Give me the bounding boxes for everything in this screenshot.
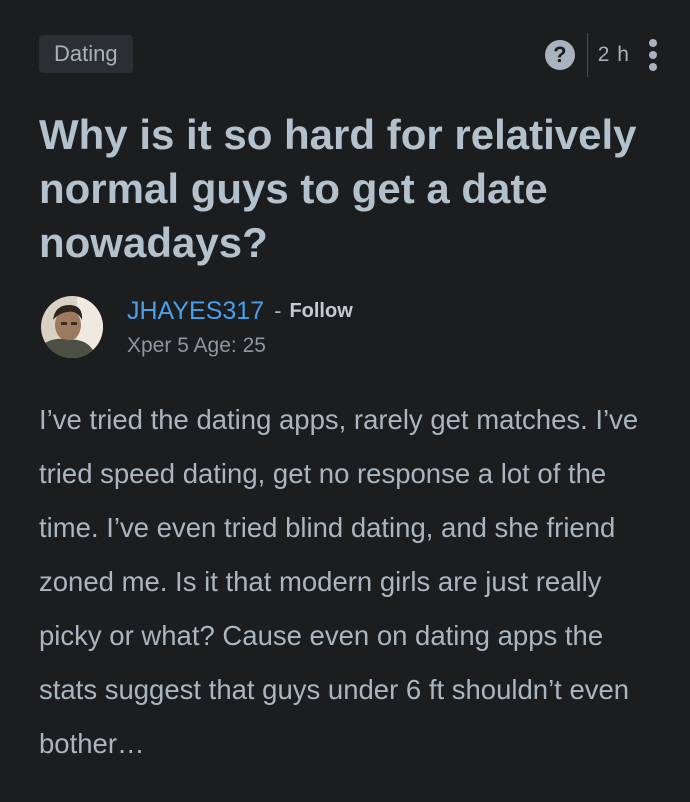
author-line: JHAYES317 - Follow	[127, 296, 353, 326]
author-separator: -	[274, 298, 282, 323]
post-time: 2 h	[597, 43, 630, 66]
question-post-page: Dating ? 2 h Why is it so hard for relat…	[0, 0, 690, 802]
post-title: Why is it so hard for relatively normal …	[39, 111, 637, 266]
category-tag[interactable]: Dating	[39, 35, 133, 73]
vertical-ellipsis-icon[interactable]	[648, 39, 658, 71]
author-meta: Xper 5 Age: 25	[127, 334, 266, 357]
follow-button[interactable]: Follow	[289, 300, 352, 323]
header-divider	[586, 33, 588, 77]
post-header-bar: Dating ? 2 h	[39, 33, 658, 77]
post-body: I’ve tried the dating apps, rarely get m…	[39, 404, 639, 759]
post-header-actions: ? 2 h	[544, 33, 658, 77]
author-block: JHAYES317 - Follow Xper 5 Age: 25	[41, 296, 641, 360]
avatar[interactable]	[41, 296, 103, 358]
question-circle-icon[interactable]: ?	[544, 40, 575, 70]
author-username[interactable]: JHAYES317	[127, 297, 264, 326]
